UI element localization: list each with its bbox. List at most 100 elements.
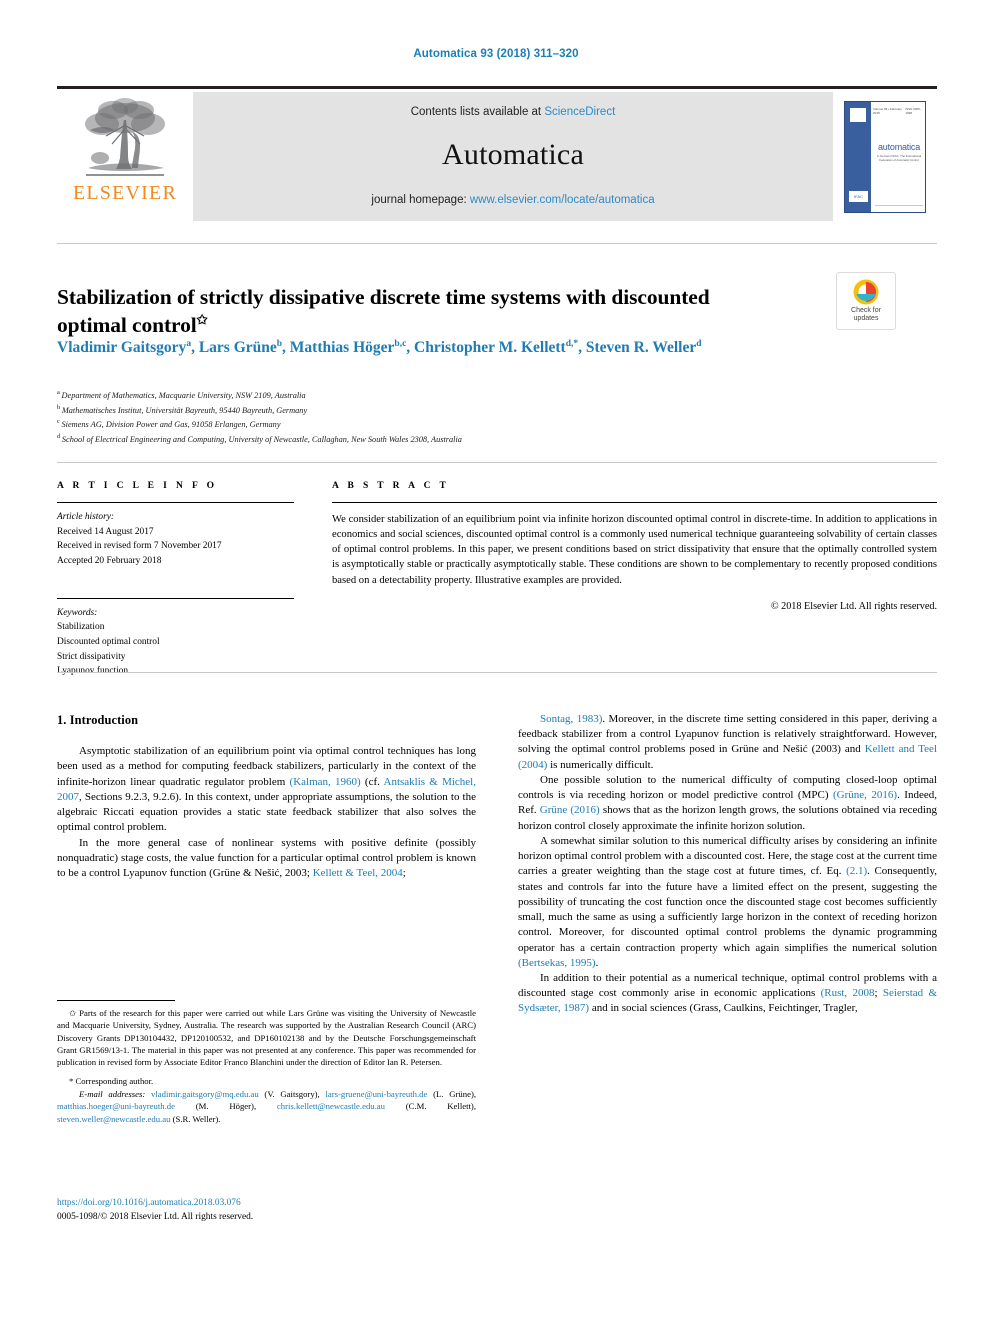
right-column-paragraphs: Sontag, 1983). Moreover, in the discrete…	[518, 712, 937, 1017]
journal-homepage-line: journal homepage: www.elsevier.com/locat…	[371, 194, 654, 206]
body-paragraph: A somewhat similar solution to this nume…	[518, 834, 938, 969]
body-paragraph: In addition to their potential as a nume…	[518, 971, 938, 1015]
contents-prefix: Contents lists available at	[410, 106, 545, 118]
citation-link[interactable]: (Kalman, 1960)	[290, 776, 361, 788]
citation-link[interactable]: Sontag, 1983)	[540, 713, 602, 725]
crossmark-icon	[853, 279, 879, 305]
body-paragraph: Sontag, 1983). Moreover, in the discrete…	[518, 713, 937, 771]
elsevier-tree-icon	[85, 98, 165, 176]
info-band-bottom-divider	[57, 672, 937, 673]
elsevier-logo-cell: ELSEVIER	[57, 92, 193, 221]
body-paragraph: One possible solution to the numerical d…	[518, 773, 937, 832]
doi-link[interactable]: https://doi.org/10.1016/j.automatica.201…	[57, 1197, 476, 1211]
author-affiliation-marker: b,c	[394, 338, 407, 349]
sciencedirect-link[interactable]: ScienceDirect	[544, 106, 615, 118]
section-heading-introduction: 1. Introduction	[57, 713, 139, 727]
paper-page: Automatica 93 (2018) 311–320 ELSEVIER Co…	[0, 0, 992, 1323]
article-info-heading: A R T I C L E I N F O	[57, 481, 218, 491]
author-name: Matthias Höger	[289, 339, 395, 356]
email-addresses-note: E-mail addresses: vladimir.gaitsgory@mq.…	[57, 1088, 476, 1125]
cover-elsevier-mark	[850, 107, 866, 122]
corresponding-author-note: * Corresponding author.	[69, 1075, 154, 1086]
cover-volume-line: Volume 93 • February 2018 ISSN 0005-1098	[873, 106, 925, 115]
keywords-label: Keywords:	[57, 607, 98, 618]
check-for-updates-badge[interactable]: Check for updates	[836, 272, 896, 330]
keyword-item: Discounted optimal control	[57, 637, 160, 648]
body-paragraph: Asymptotic stabilization of an equilibri…	[57, 745, 476, 834]
page-title: Stabilization of strictly dissipative di…	[57, 284, 757, 339]
email-owner: (M. Höger),	[175, 1101, 277, 1112]
email-owner: (V. Gaitsgory),	[258, 1089, 326, 1100]
citation-link[interactable]: Grüne (2016)	[540, 804, 600, 816]
citation-link[interactable]: Antsaklis & Michel, 2007	[57, 776, 476, 803]
article-history-item: Received 14 August 2017	[57, 526, 154, 537]
author-name: Lars Grüne	[198, 339, 277, 356]
cover-title: automatica	[877, 141, 921, 152]
author-affiliation-marker: d	[696, 338, 702, 349]
email-link[interactable]: matthias.hoeger@uni-bayreuth.de	[57, 1101, 175, 1111]
cover-subtitle: A Journal of IFAC, The International Fed…	[876, 153, 922, 162]
journal-cover-thumbnail: Volume 93 • February 2018 ISSN 0005-1098…	[844, 100, 926, 213]
journal-homepage-link[interactable]: www.elsevier.com/locate/automatica	[470, 194, 655, 206]
funding-footnote-marker: ✩	[69, 1008, 77, 1018]
author-affiliation-marker: a	[186, 338, 192, 349]
issn-copyright-line: 0005-1098/© 2018 Elsevier Ltd. All right…	[57, 1211, 254, 1222]
crossmark-label: Check for updates	[851, 307, 881, 324]
author-name: Steven R. Weller	[585, 339, 697, 356]
footnote-divider	[57, 1000, 175, 1001]
email-owner: (C.M. Kellett),	[385, 1101, 476, 1112]
affiliation-marker: b	[57, 403, 62, 411]
contents-available-line: Contents lists available at ScienceDirec…	[411, 106, 616, 118]
email-link[interactable]: lars-gruene@uni-bayreuth.de	[326, 1089, 428, 1099]
footnote-block: ✩ Parts of the research for this paper w…	[57, 1000, 476, 1125]
abstract-copyright: © 2018 Elsevier Ltd. All rights reserved…	[770, 600, 937, 612]
citation-link[interactable]: (Bertsekas, 1995)	[518, 957, 596, 969]
info-band-top-divider	[57, 462, 937, 463]
title-divider	[57, 243, 937, 244]
citation-link[interactable]: Seierstad & Sydsæter, 1987)	[518, 987, 937, 1014]
running-head: Automatica 93 (2018) 311–320	[413, 48, 579, 60]
body-paragraph: In the more general case of nonlinear sy…	[57, 836, 476, 880]
abstract-text: We consider stabilization of an equilibr…	[332, 514, 937, 586]
citation-link[interactable]: Kellett and Teel (2004)	[518, 743, 937, 770]
author-affiliation-marker: d,*	[565, 338, 579, 349]
article-history-item: Accepted 20 February 2018	[57, 556, 162, 567]
article-history-lines: Received 14 August 2017 Received in revis…	[57, 525, 294, 569]
email-link[interactable]: steven.weller@newcastle.edu.au	[57, 1114, 170, 1124]
body-column-left: 1. Introduction Asymptotic stabilization…	[57, 712, 476, 881]
citation-link[interactable]: (Rust, 2008	[821, 987, 875, 999]
article-title-text: Stabilization of strictly dissipative di…	[57, 285, 710, 338]
crossmark-label-line1: Check for	[851, 306, 881, 314]
abstract-column: A B S T R A C T We consider stabilizatio…	[332, 481, 937, 612]
body-column-right: Sontag, 1983). Moreover, in the discrete…	[518, 712, 937, 1017]
article-history-item: Received in revised form 7 November 2017	[57, 541, 222, 552]
keyword-item: Stabilization	[57, 622, 105, 633]
article-history-block: Article history: Received 14 August 2017…	[57, 510, 294, 569]
author-name: Vladimir Gaitsgory	[57, 339, 187, 356]
email-link[interactable]: vladimir.gaitsgory@mq.edu.au	[151, 1089, 259, 1099]
email-owner: (S.R. Weller).	[170, 1113, 221, 1124]
citation-link[interactable]: (2.1)	[846, 865, 867, 877]
citation-link[interactable]: Kellett & Teel, 2004	[313, 867, 403, 879]
affiliation-marker: c	[57, 418, 62, 426]
cover-volume-left: Volume 93 • February 2018	[873, 106, 902, 115]
author-name: Christopher M. Kellett	[414, 339, 566, 356]
citation-link[interactable]: (Grüne, 2016)	[833, 789, 897, 801]
abstract-rule	[332, 502, 937, 503]
funding-footnote-text: Parts of the research for this paper wer…	[57, 1008, 476, 1068]
left-column-paragraphs: Asymptotic stabilization of an equilibri…	[57, 744, 476, 881]
email-addresses-label: E-mail addresses:	[79, 1089, 146, 1100]
journal-wordmark: Automatica	[442, 138, 584, 171]
affiliation-item: c Siemens AG, Division Power and Gas, 91…	[57, 418, 281, 429]
journal-masthead: ELSEVIER Contents lists available at Sci…	[57, 86, 937, 221]
imprint-block: https://doi.org/10.1016/j.automatica.201…	[57, 1197, 476, 1224]
affiliation-item: a Department of Mathematics, Macquarie U…	[57, 389, 306, 400]
author-list: Vladimir Gaitsgorya, Lars Grüneb, Matthi…	[57, 338, 702, 356]
affiliation-marker: a	[57, 389, 62, 396]
elsevier-wordmark: ELSEVIER	[72, 182, 178, 204]
email-link[interactable]: chris.kellett@newcastle.edu.au	[277, 1101, 385, 1111]
cover-volume-right: ISSN 0005-1098	[905, 106, 921, 115]
keywords-block: Keywords: Stabilization Discounted optima…	[57, 597, 294, 679]
cover-ifac-mark: IFAC	[849, 190, 868, 202]
email-owner: (L. Grüne),	[427, 1089, 477, 1100]
